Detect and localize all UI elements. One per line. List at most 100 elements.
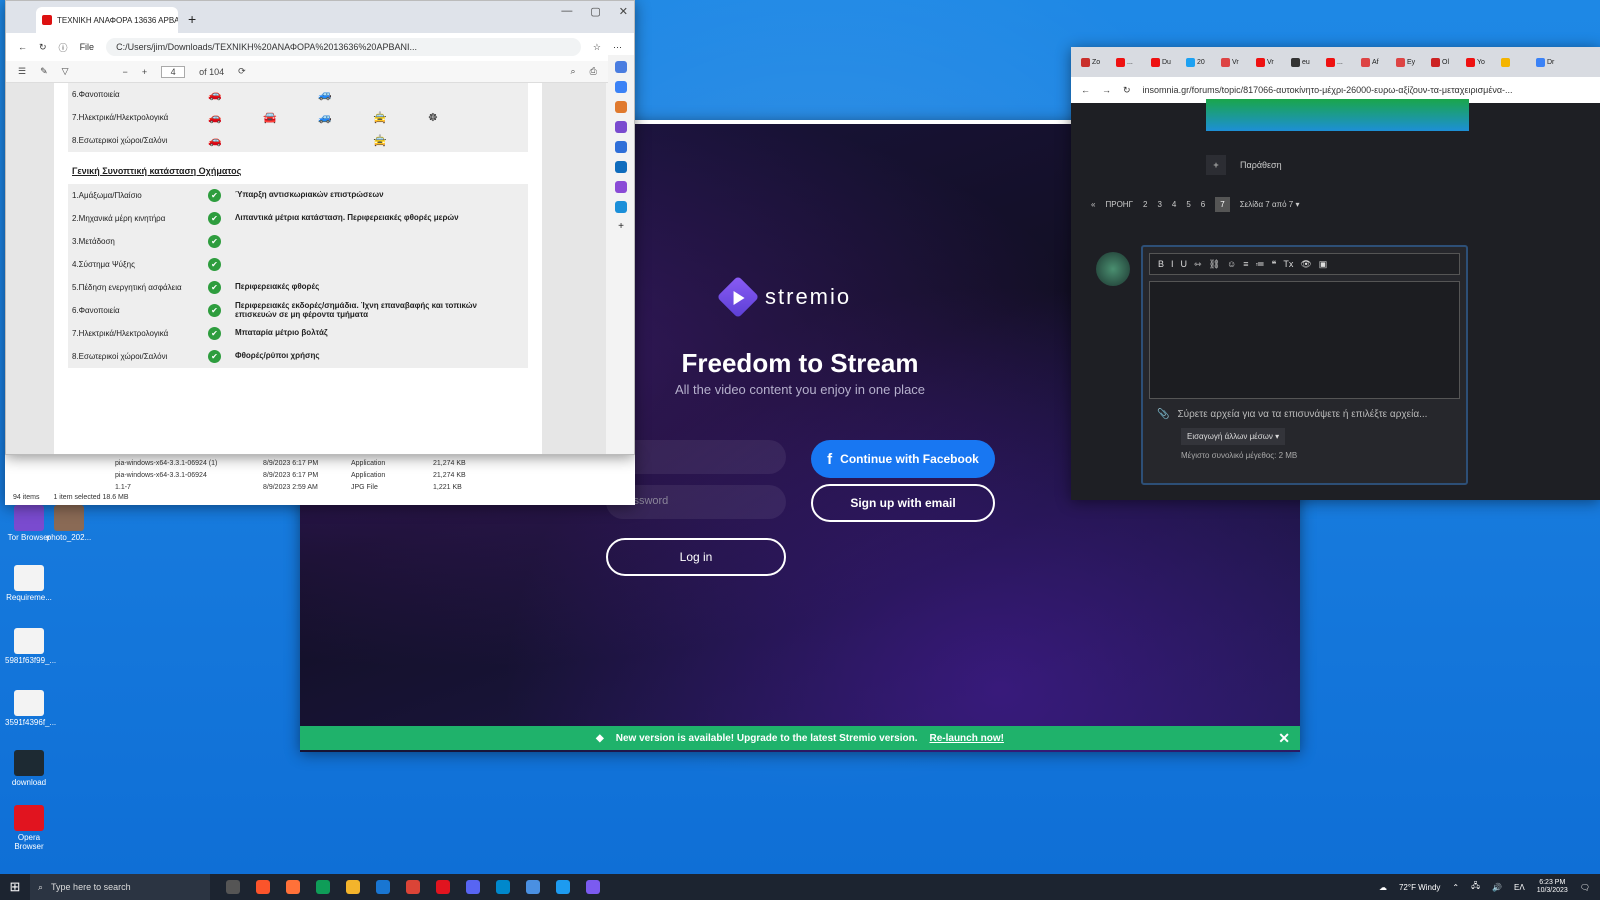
editor-tool-button[interactable]: ≡: [1243, 259, 1248, 269]
copilot-icon[interactable]: [615, 141, 627, 153]
desktop-icon[interactable]: 3591f4396f_...: [5, 690, 56, 728]
designer-icon[interactable]: [615, 181, 627, 193]
games-icon[interactable]: [615, 121, 627, 133]
edge-icon[interactable]: [308, 874, 338, 900]
forum-forward-icon[interactable]: →: [1102, 85, 1111, 95]
contents-icon[interactable]: ☰: [18, 66, 26, 77]
desktop-icon[interactable]: download: [5, 750, 53, 788]
file-row[interactable]: pia-windows-x64-3.3.1-06924 8/9/2023 6:17…: [115, 469, 635, 481]
page-number-input[interactable]: 4: [161, 65, 186, 78]
banner-close-icon[interactable]: ✕: [1278, 730, 1290, 747]
desktop-icon[interactable]: 5981f63f99_...: [5, 628, 56, 666]
page-link[interactable]: 5: [1186, 200, 1190, 209]
firefox-icon[interactable]: [278, 874, 308, 900]
taskbar-search[interactable]: ⌕ Type here to search: [30, 874, 210, 900]
editor-tool-button[interactable]: ▣: [1319, 259, 1328, 270]
maximize-icon[interactable]: ▢: [590, 5, 600, 18]
editor-tool-button[interactable]: ☺: [1227, 259, 1236, 269]
forum-tab[interactable]: Vr: [1221, 52, 1251, 72]
tab-pdf[interactable]: ΤΕΧΝΙΚΗ ΑΝΑΦΟΡΑ 13636 ΑΡΒΑ...✕: [36, 7, 178, 33]
attach-area[interactable]: 📎 Σύρετε αρχεία για να τα επισυνάψετε ή ε…: [1157, 409, 1466, 420]
forum-tab[interactable]: Ey: [1396, 52, 1426, 72]
brave-icon[interactable]: [248, 874, 278, 900]
editor-tool-button[interactable]: ⇿: [1194, 259, 1202, 270]
forum-tab[interactable]: Yo: [1466, 52, 1496, 72]
draw-icon[interactable]: ✎: [40, 66, 48, 77]
new-tab-icon[interactable]: +: [188, 11, 196, 27]
forum-tab[interactable]: Du: [1151, 52, 1181, 72]
shopping-icon[interactable]: [615, 81, 627, 93]
forum-url[interactable]: insomnia.gr/forums/topic/817066-αυτοκίνη…: [1143, 85, 1513, 95]
editor-tool-button[interactable]: ❝: [1271, 259, 1276, 270]
back-icon[interactable]: ←: [18, 42, 27, 52]
forum-tab[interactable]: 20: [1186, 52, 1216, 72]
print-icon[interactable]: ⎙: [590, 66, 597, 77]
skype-icon[interactable]: [548, 874, 578, 900]
minimize-icon[interactable]: —: [561, 5, 572, 18]
stremio-taskbar-icon[interactable]: [578, 874, 608, 900]
search-pdf-icon[interactable]: ⌕: [571, 66, 576, 77]
favorite-icon[interactable]: ☆: [593, 42, 601, 53]
zoom-in-icon[interactable]: +: [142, 67, 147, 77]
relaunch-link[interactable]: Re-launch now!: [930, 733, 1004, 744]
notification-icon[interactable]: 🗨: [1580, 883, 1590, 892]
telegram-icon[interactable]: [488, 874, 518, 900]
volume-icon[interactable]: 🔊: [1492, 883, 1502, 892]
file-explorer-icon[interactable]: [338, 874, 368, 900]
search-sidebar-icon[interactable]: [615, 61, 627, 73]
language-indicator[interactable]: ΕΛ: [1514, 883, 1525, 892]
pager-prev-icon[interactable]: «: [1091, 200, 1095, 209]
insert-media-button[interactable]: Εισαγωγή άλλων μέσων ▾: [1181, 428, 1286, 445]
forum-tab[interactable]: Dr: [1536, 52, 1566, 72]
file-row[interactable]: 1.1-7 8/9/2023 2:59 AM JPG File 1,221 KB: [115, 481, 635, 493]
file-row[interactable]: pia-windows-x64-3.3.1-06924 (1) 8/9/2023 …: [115, 457, 635, 469]
forum-tab[interactable]: Ol: [1431, 52, 1461, 72]
forum-tab[interactable]: ...: [1116, 52, 1146, 72]
login-button[interactable]: Log in: [606, 538, 786, 576]
page-link[interactable]: 3: [1157, 200, 1161, 209]
refresh-icon[interactable]: ↻: [39, 42, 47, 53]
forum-tab[interactable]: [1501, 52, 1531, 72]
weather-text[interactable]: 72°F Windy: [1399, 883, 1440, 892]
editor-tool-button[interactable]: U: [1181, 259, 1188, 269]
tools-icon[interactable]: [615, 101, 627, 113]
drop-icon[interactable]: [615, 201, 627, 213]
windows-start-icon[interactable]: ⊞: [0, 874, 30, 900]
desktop-icon[interactable]: Opera Browser: [5, 805, 53, 852]
discord-icon[interactable]: [458, 874, 488, 900]
rotate-icon[interactable]: ⟳: [238, 66, 246, 77]
chrome-icon[interactable]: [398, 874, 428, 900]
filter-icon[interactable]: ▽: [62, 66, 69, 77]
forum-refresh-icon[interactable]: ↻: [1123, 85, 1131, 96]
store-icon[interactable]: [368, 874, 398, 900]
editor-tool-button[interactable]: ⛓: [1209, 259, 1220, 270]
pager-prev[interactable]: ΠΡΟΗΓ: [1105, 200, 1133, 209]
editor-tool-button[interactable]: B: [1158, 259, 1164, 269]
notes-icon[interactable]: [518, 874, 548, 900]
opera-icon[interactable]: [428, 874, 458, 900]
facebook-button[interactable]: f Continue with Facebook: [811, 440, 995, 478]
editor-tool-button[interactable]: 👁: [1300, 259, 1311, 270]
forum-tab[interactable]: ...: [1326, 52, 1356, 72]
outlook-icon[interactable]: [615, 161, 627, 173]
forum-back-icon[interactable]: ←: [1081, 85, 1090, 95]
tray-chevron-icon[interactable]: ⌃: [1452, 883, 1459, 892]
zoom-out-icon[interactable]: −: [123, 67, 128, 77]
network-icon[interactable]: 🖧: [1471, 880, 1480, 894]
more-icon[interactable]: ⋯: [613, 42, 622, 53]
page-link[interactable]: 2: [1143, 200, 1147, 209]
page-of-dropdown[interactable]: Σελίδα 7 από 7 ▾: [1240, 200, 1300, 209]
forum-tab[interactable]: Vr: [1256, 52, 1286, 72]
url-input[interactable]: C:/Users/jim/Downloads/ΤΕΧΝΙΚΗ%20ΑΝΑΦΟΡΑ…: [106, 38, 581, 56]
desktop-icon[interactable]: photo_202...: [45, 505, 93, 543]
page-link[interactable]: 4: [1172, 200, 1176, 209]
quote-button[interactable]: + Παράθεση: [1206, 155, 1282, 175]
task-view-icon[interactable]: [218, 874, 248, 900]
add-sidebar-icon[interactable]: +: [618, 221, 624, 232]
editor-tool-button[interactable]: I: [1171, 259, 1174, 269]
page-link[interactable]: 6: [1201, 200, 1205, 209]
editor-tool-button[interactable]: ≔: [1255, 259, 1264, 270]
desktop-icon[interactable]: Requireme...: [5, 565, 53, 603]
editor-tool-button[interactable]: Tx: [1283, 259, 1293, 269]
forum-tab[interactable]: Zo: [1081, 52, 1111, 72]
